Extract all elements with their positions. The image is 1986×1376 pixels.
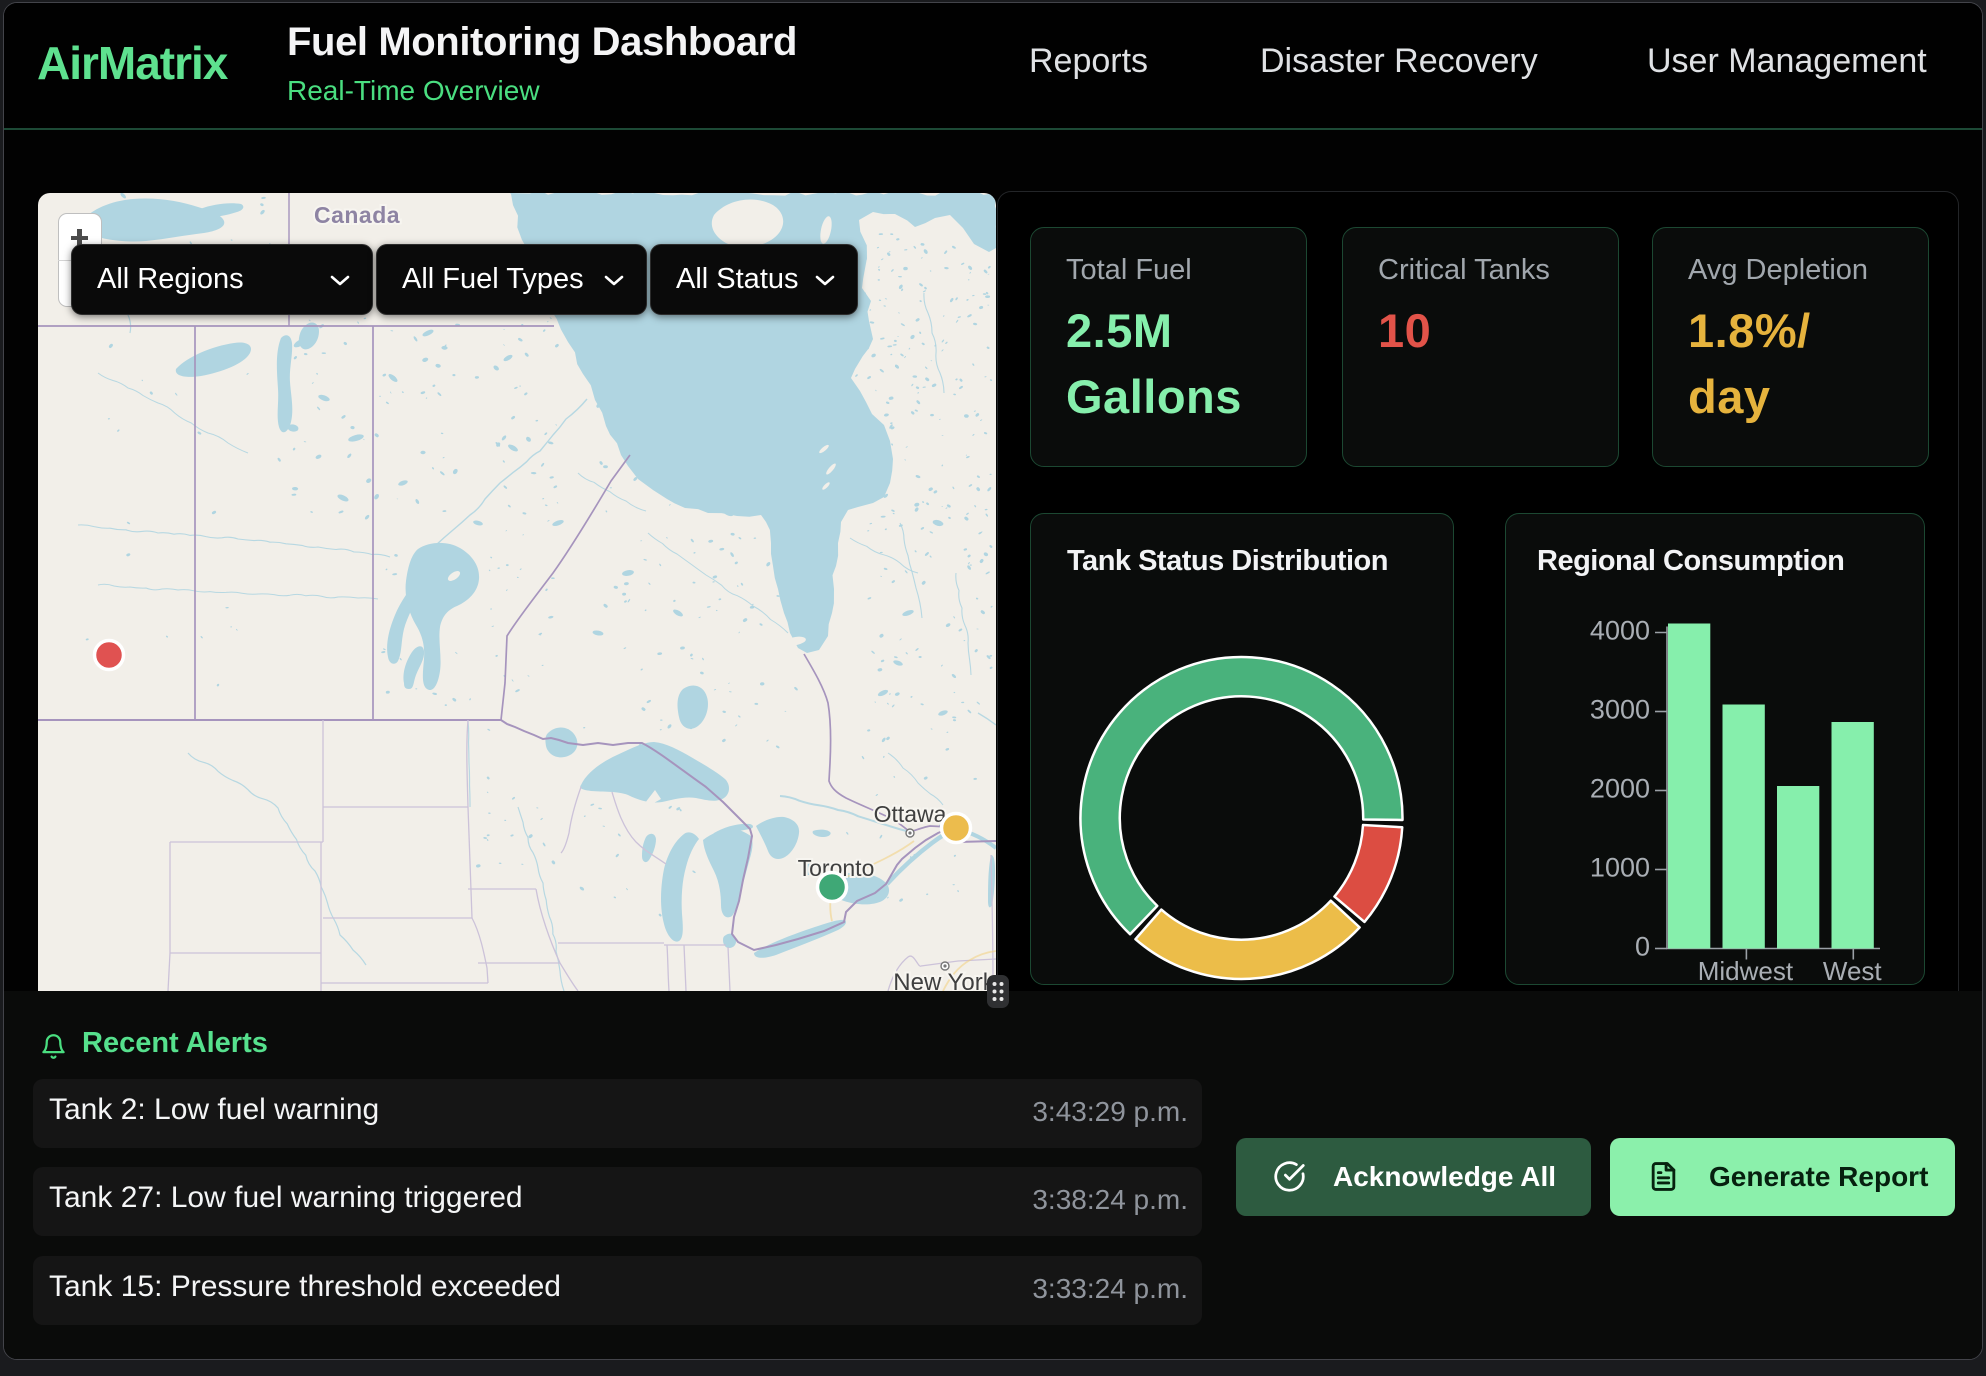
- svg-text:Midwest: Midwest: [1698, 956, 1794, 985]
- svg-text:0: 0: [1635, 932, 1650, 962]
- svg-text:Ottawa: Ottawa: [874, 801, 947, 827]
- svg-text:1000: 1000: [1590, 853, 1650, 883]
- svg-text:Canada: Canada: [314, 202, 400, 228]
- svg-text:West: West: [1823, 956, 1883, 985]
- svg-text:2000: 2000: [1590, 774, 1650, 804]
- svg-text:3000: 3000: [1590, 695, 1650, 725]
- svg-text:New York: New York: [893, 969, 995, 991]
- svg-text:4000: 4000: [1590, 616, 1650, 646]
